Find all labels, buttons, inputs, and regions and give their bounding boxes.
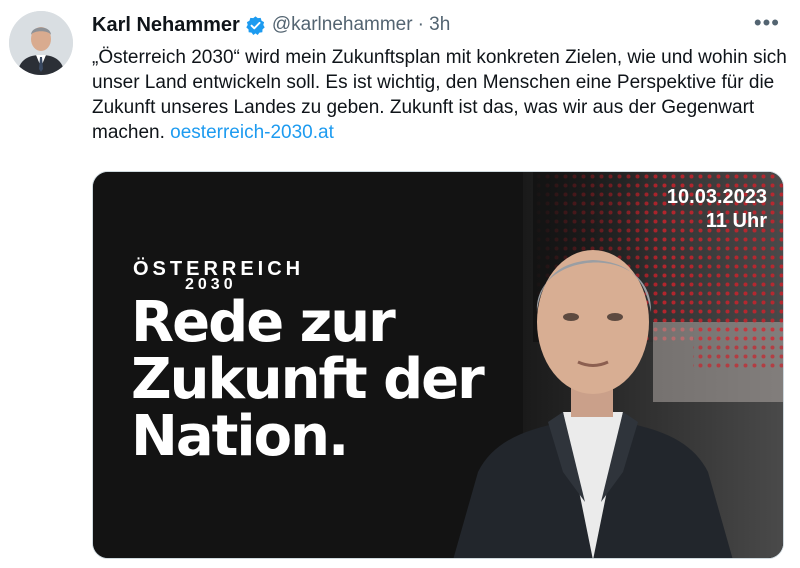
headline-line-1: Rede zur xyxy=(131,290,396,355)
tweet-header: Karl Nehammer @karlnehammer · 3h ••• xyxy=(92,12,780,38)
avatar[interactable] xyxy=(9,11,73,75)
tweet-link[interactable]: oesterreich-2030.at xyxy=(170,122,334,143)
event-time: 11 Uhr xyxy=(705,210,767,232)
author-handle[interactable]: @karlnehammer xyxy=(272,14,413,36)
event-date: 10.03.2023 xyxy=(666,186,767,208)
verified-badge-icon xyxy=(246,15,265,35)
headline-line-3: Nation. xyxy=(131,404,349,469)
tweet-body: „Österreich 2030“ wird mein Zukunftsplan… xyxy=(92,45,787,145)
author-name[interactable]: Karl Nehammer xyxy=(92,14,240,37)
more-dots-icon[interactable]: ••• xyxy=(754,12,780,34)
tweet-time[interactable]: · 3h xyxy=(418,14,451,36)
headline-line-2: Zukunft der xyxy=(131,347,485,412)
avatar-image xyxy=(9,11,73,75)
media-headline: Rede zur Zukunft der Nation. xyxy=(131,294,551,465)
tweet-media-image[interactable]: ÖSTERREICH 2030 Rede zur Zukunft der Nat… xyxy=(92,171,784,559)
